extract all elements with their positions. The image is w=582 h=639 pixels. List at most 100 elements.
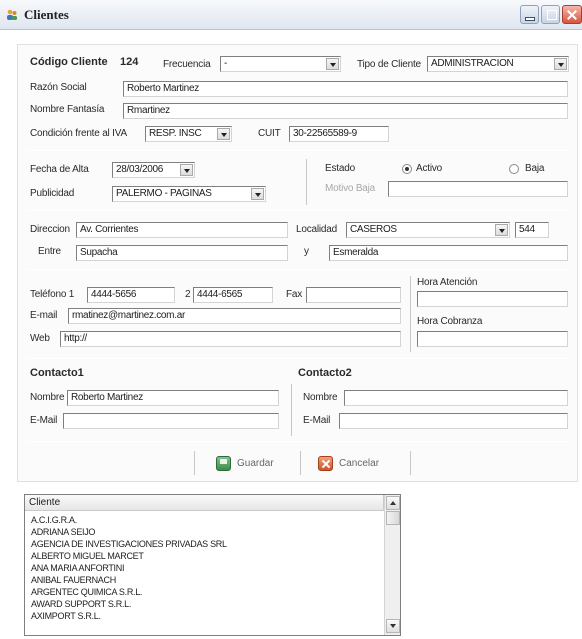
vertical-divider — [410, 451, 411, 475]
vertical-divider — [194, 451, 195, 475]
y-label: y — [304, 246, 309, 257]
publicidad-select-value: PALERMO - PAGINAS — [116, 188, 212, 199]
web-field[interactable]: http:// — [60, 331, 401, 347]
estado-label: Estado — [325, 163, 355, 174]
estado-baja-radio[interactable] — [509, 164, 519, 174]
list-item[interactable]: AWARD SUPPORT S.R.L. — [31, 598, 381, 610]
window-title: Clientes — [24, 7, 69, 22]
contacto2-email-field[interactable] — [339, 413, 568, 429]
fecha-alta-picker[interactable]: 28/03/2006 — [112, 162, 195, 178]
estado-activo-radio[interactable] — [402, 164, 412, 174]
hora-atencion-field[interactable] — [417, 291, 568, 307]
cancel-button[interactable]: Cancelar — [318, 452, 379, 474]
scrollbar-thumb[interactable] — [386, 511, 400, 525]
tipo-cliente-select-value: ADMINISTRACION — [431, 58, 514, 69]
tipo-cliente-select[interactable]: ADMINISTRACION — [427, 56, 569, 72]
minimize-button[interactable] — [520, 5, 539, 24]
estado-baja-label: Baja — [525, 163, 545, 174]
save-button-label: Guardar — [237, 457, 274, 469]
save-icon — [216, 455, 231, 471]
direccion-field[interactable]: Av. Corrientes — [76, 222, 288, 238]
chevron-down-icon[interactable] — [217, 128, 230, 140]
contacto1-nombre-field[interactable]: Roberto Martinez — [67, 390, 279, 406]
frecuencia-select[interactable]: - — [220, 56, 341, 72]
fecha-alta-value: 28/03/2006 — [116, 164, 164, 175]
nombre-fantasia-label: Nombre Fantasía — [30, 104, 105, 115]
list-item[interactable]: ADRIANA SEIJO — [31, 526, 381, 538]
iva-select[interactable]: RESP. INSC — [145, 126, 232, 142]
frecuencia-label: Frecuencia — [163, 59, 211, 70]
fax-label: Fax — [286, 289, 303, 300]
telefono2-field[interactable]: 4444-6565 — [193, 287, 273, 303]
publicidad-select[interactable]: PALERMO - PAGINAS — [112, 186, 266, 202]
vertical-divider — [291, 384, 292, 436]
motivo-baja-label: Motivo Baja — [325, 183, 376, 194]
fax-field[interactable] — [306, 287, 401, 303]
client-code-value: 124 — [120, 56, 139, 68]
cancel-icon — [318, 455, 333, 471]
email-field[interactable]: rmatinez@martinez.com.ar — [68, 308, 401, 324]
hora-atencion-label: Hora Atención — [417, 277, 478, 288]
vertical-divider — [306, 159, 307, 205]
list-column-header[interactable]: Cliente — [25, 495, 384, 511]
divider — [26, 269, 571, 270]
save-button[interactable]: Guardar — [216, 452, 274, 474]
chevron-down-icon[interactable] — [326, 58, 339, 70]
contacto2-title: Contacto2 — [298, 367, 352, 379]
hora-cobranza-field[interactable] — [417, 331, 568, 347]
cancel-button-label: Cancelar — [339, 457, 380, 469]
app-people-icon — [7, 9, 17, 20]
localidad-label: Localidad — [296, 224, 338, 235]
contacto2-email-label: E-Mail — [303, 415, 331, 426]
contacto1-email-label: E-Mail — [30, 415, 58, 426]
vertical-divider — [410, 276, 411, 352]
client-form: Código Cliente 124 Frecuencia - Tipo de … — [17, 44, 578, 482]
vertical-scrollbar[interactable] — [384, 495, 400, 635]
divider — [26, 210, 571, 211]
web-label: Web — [30, 333, 50, 344]
maximize-button[interactable] — [541, 5, 560, 24]
list-item[interactable]: ANIBAL FAUERNACH — [31, 574, 381, 586]
close-button[interactable] — [562, 5, 582, 24]
email-label: E-mail — [30, 310, 58, 321]
list-item[interactable]: A.C.I.G.R.A. — [31, 514, 381, 526]
divider — [26, 441, 571, 442]
list-item[interactable]: ARGENTEC QUIMICA S.R.L. — [31, 586, 381, 598]
contacto1-nombre-label: Nombre — [30, 392, 65, 403]
telefono1-field[interactable]: 4444-5656 — [87, 287, 175, 303]
chevron-down-icon[interactable] — [554, 58, 567, 70]
list-item[interactable]: ALBERTO MIGUEL MARCET — [31, 550, 381, 562]
scroll-down-arrow-icon[interactable] — [386, 619, 400, 633]
cuit-field[interactable]: 30-22565589-9 — [289, 126, 389, 142]
cuit-label: CUIT — [258, 128, 281, 139]
entre-field[interactable]: Supacha — [76, 245, 288, 261]
list-item[interactable]: AXIMPORT S.R.L. — [31, 610, 381, 622]
contacto1-email-field[interactable] — [63, 413, 279, 429]
vertical-divider — [300, 451, 301, 475]
hora-cobranza-label: Hora Cobranza — [417, 316, 483, 327]
iva-label: Condición frente al IVA — [30, 128, 127, 139]
calendar-dropdown-icon[interactable] — [180, 164, 193, 176]
entre-label: Entre — [38, 246, 61, 257]
numero-field[interactable]: 544 — [515, 222, 549, 238]
title-bar[interactable]: Clientes — [0, 0, 582, 30]
contacto1-title: Contacto1 — [30, 367, 84, 379]
nombre-fantasia-field[interactable]: Rmartinez — [123, 103, 568, 119]
client-list[interactable]: Cliente A.C.I.G.R.A. ADRIANA SEIJO AGENC… — [24, 494, 401, 636]
estado-activo-label: Activo — [416, 163, 443, 174]
list-item[interactable]: AGENCIA DE INVESTIGACIONES PRIVADAS SRL — [31, 538, 381, 550]
chevron-down-icon[interactable] — [495, 224, 508, 236]
telefono2-label: 2 — [185, 289, 191, 300]
tipo-cliente-label: Tipo de Cliente — [357, 59, 421, 70]
localidad-select[interactable]: CASEROS — [346, 222, 510, 238]
razon-social-field[interactable]: Roberto Martinez — [123, 81, 568, 97]
list-item[interactable]: ANA MARIA ANFORTINI — [31, 562, 381, 574]
contacto2-nombre-field[interactable] — [344, 390, 568, 406]
frecuencia-select-value: - — [224, 58, 228, 69]
razon-social-label: Razón Social — [30, 82, 87, 93]
motivo-baja-field[interactable] — [388, 181, 568, 197]
telefono1-label: Teléfono 1 — [30, 289, 75, 300]
entre-y-field[interactable]: Esmeralda — [329, 245, 568, 261]
scroll-up-arrow-icon[interactable] — [386, 496, 400, 510]
chevron-down-icon[interactable] — [251, 188, 264, 200]
